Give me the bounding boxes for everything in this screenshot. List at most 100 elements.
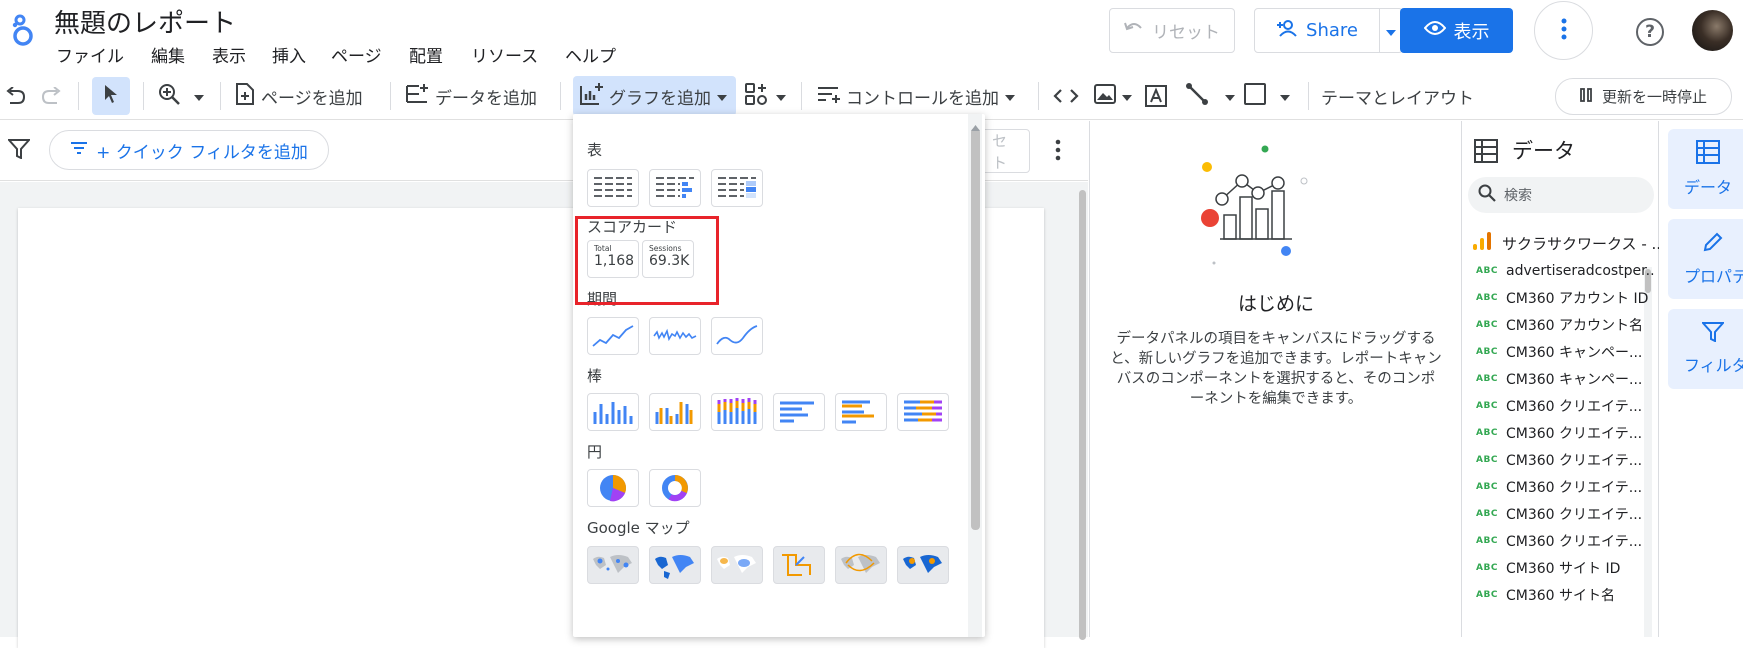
- menu-help[interactable]: ヘルプ: [565, 42, 616, 67]
- shape-button[interactable]: [1244, 72, 1290, 120]
- menu-arrange[interactable]: 配置: [409, 42, 443, 67]
- field-name: CM360 アカウント ID: [1506, 291, 1649, 307]
- pause-icon: [1580, 87, 1592, 106]
- chart-type-connection-map[interactable]: [835, 546, 887, 584]
- field-name: CM360 サイト ID: [1506, 561, 1621, 577]
- field-item[interactable]: ABC CM360 クリエイテ...: [1476, 501, 1656, 527]
- divider: [1038, 82, 1039, 110]
- chart-type-column[interactable]: [587, 393, 639, 431]
- field-name: CM360 クリエイテ...: [1506, 399, 1643, 415]
- scroll-up-icon[interactable]: [971, 116, 980, 135]
- chart-type-stacked-column[interactable]: [711, 393, 763, 431]
- report-title[interactable]: 無題のレポート: [54, 3, 236, 40]
- chart-type-filled-map[interactable]: [649, 546, 701, 584]
- chart-type-line-map[interactable]: [773, 546, 825, 584]
- looker-studio-logo-icon[interactable]: [6, 12, 40, 48]
- field-item[interactable]: ABC CM360 キャンペー...: [1476, 366, 1656, 392]
- chart-type-table-heatmap[interactable]: [711, 169, 763, 207]
- eye-icon: [1423, 20, 1446, 41]
- field-item[interactable]: ABC CM360 クリエイテ...: [1476, 474, 1656, 500]
- add-chart-button[interactable]: グラフを追加: [573, 76, 736, 116]
- add-page-button[interactable]: ページを追加: [235, 72, 363, 120]
- menu-page[interactable]: ページ: [331, 42, 382, 67]
- more-vert-icon: [1561, 18, 1567, 44]
- text-box-icon[interactable]: [1145, 72, 1167, 120]
- divider: [143, 82, 144, 110]
- zoom-in-icon: [158, 83, 180, 110]
- chart-type-table-bars[interactable]: [649, 169, 701, 207]
- undo-icon[interactable]: [4, 72, 26, 120]
- data-source-item[interactable]: サクラサクワークス - ...: [1472, 231, 1666, 255]
- caret-down-icon: [1005, 86, 1015, 106]
- view-button[interactable]: 表示: [1400, 8, 1513, 53]
- add-control-button[interactable]: コントロールを追加: [816, 72, 1015, 120]
- embed-code-icon[interactable]: [1053, 72, 1079, 120]
- text-type-icon: ABC: [1476, 401, 1498, 411]
- chart-type-combo-map[interactable]: [897, 546, 949, 584]
- help-icon[interactable]: ?: [1636, 18, 1664, 46]
- field-item[interactable]: ABC CM360 キャンペー...: [1476, 339, 1656, 365]
- chart-type-timeseries-sparkline[interactable]: [649, 317, 701, 355]
- field-name: CM360 キャンペー...: [1506, 345, 1643, 361]
- zoom-button[interactable]: [158, 72, 204, 120]
- menu-view[interactable]: 表示: [212, 42, 246, 67]
- quick-filter-button[interactable]: + クイック フィルタを追加: [49, 130, 329, 170]
- community-viz-button[interactable]: [744, 72, 786, 120]
- pause-update-label: 更新を一時停止: [1601, 88, 1707, 106]
- chart-type-bubble-map[interactable]: [587, 546, 639, 584]
- redo-icon[interactable]: [41, 72, 63, 120]
- shapes-add-icon: [744, 82, 770, 111]
- add-data-button[interactable]: データを追加: [405, 72, 537, 120]
- chart-type-timeseries[interactable]: [587, 317, 639, 355]
- chart-type-bar[interactable]: [773, 393, 825, 431]
- chart-menu-scrollbar-thumb[interactable]: [971, 128, 980, 530]
- field-item[interactable]: ABC CM360 クリエイテ...: [1476, 393, 1656, 419]
- menu-insert[interactable]: 挿入: [272, 42, 306, 67]
- image-button[interactable]: [1094, 72, 1132, 120]
- divider: [560, 82, 561, 110]
- field-item[interactable]: ABC CM360 クリエイテ...: [1476, 447, 1656, 473]
- field-item[interactable]: ABC advertiseradcostper...: [1476, 258, 1656, 284]
- more-options-button[interactable]: [1534, 1, 1593, 60]
- caret-down-icon: [1280, 86, 1290, 106]
- data-search-input[interactable]: 検索: [1468, 177, 1654, 213]
- rail-filter-button[interactable]: フィルタバー: [1668, 309, 1743, 389]
- add-control-label: コントロールを追加: [846, 88, 999, 109]
- avatar[interactable]: [1692, 10, 1733, 51]
- chart-type-table[interactable]: [587, 169, 639, 207]
- share-button[interactable]: Share: [1254, 8, 1380, 53]
- filter-icon[interactable]: [6, 139, 32, 163]
- menu-edit[interactable]: 編集: [151, 42, 185, 67]
- filter-reset-button[interactable]: セ ト: [979, 129, 1030, 173]
- menu-resource[interactable]: リソース: [471, 42, 538, 67]
- quick-filter-label: + クイック フィルタを追加: [96, 142, 308, 163]
- select-tool-button[interactable]: [92, 77, 130, 115]
- theme-layout-button[interactable]: テーマとレイアウト: [1321, 72, 1474, 120]
- divider: [78, 82, 79, 110]
- chart-type-donut[interactable]: [649, 469, 701, 507]
- more-vert-icon[interactable]: [1055, 139, 1061, 165]
- line-button[interactable]: [1185, 72, 1235, 120]
- chart-type-pie[interactable]: [587, 469, 639, 507]
- menu-file[interactable]: ファイル: [56, 42, 124, 67]
- reset-button[interactable]: リセット: [1109, 8, 1235, 53]
- field-item[interactable]: ABC CM360 クリエイテ...: [1476, 420, 1656, 446]
- field-item[interactable]: ABC CM360 アカウント名: [1476, 312, 1656, 338]
- field-item[interactable]: ABC CM360 サイト名: [1476, 582, 1656, 608]
- rail-filter-label: フィルタバー: [1684, 356, 1743, 375]
- text-type-icon: ABC: [1476, 428, 1498, 438]
- field-item[interactable]: ABC CM360 サイト ID: [1476, 555, 1656, 581]
- field-item[interactable]: ABC CM360 クリエイテ...: [1476, 528, 1656, 554]
- rail-data-button[interactable]: データ: [1668, 129, 1743, 209]
- caret-down-icon: [1122, 86, 1132, 106]
- divider: [1308, 82, 1309, 110]
- chart-type-grouped-column[interactable]: [649, 393, 701, 431]
- field-item[interactable]: ABC CM360 アカウント ID: [1476, 285, 1656, 311]
- chart-type-stacked-bar[interactable]: [897, 393, 949, 431]
- canvas-scrollbar-thumb[interactable]: [1079, 190, 1086, 640]
- chart-type-grouped-bar[interactable]: [835, 393, 887, 431]
- chart-type-timeseries-smooth[interactable]: [711, 317, 763, 355]
- rail-properties-button[interactable]: プロパティ: [1668, 219, 1743, 299]
- pause-update-button[interactable]: 更新を一時停止: [1555, 78, 1732, 115]
- chart-type-heatmap-map[interactable]: [711, 546, 763, 584]
